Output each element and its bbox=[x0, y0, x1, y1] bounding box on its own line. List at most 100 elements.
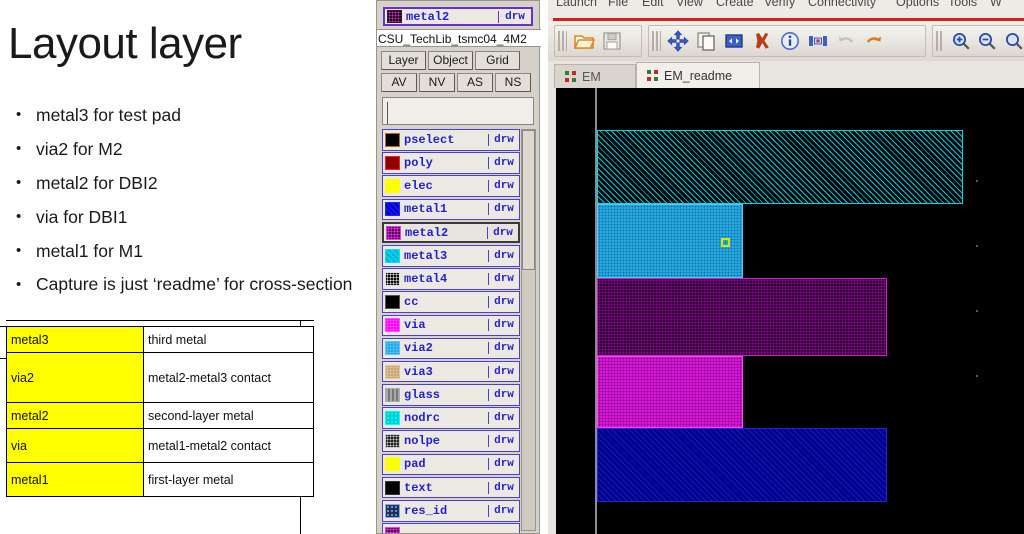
zoom-out-icon[interactable] bbox=[975, 28, 1000, 54]
layer-color-swatch bbox=[385, 155, 400, 170]
table-top-rule bbox=[6, 320, 314, 321]
palette-visibility-buttons[interactable]: AV NV AS NS bbox=[381, 73, 531, 92]
layer-purpose: drw bbox=[488, 319, 519, 332]
menu-item-connectivity[interactable]: Connectivity bbox=[808, 0, 876, 9]
tab-label: EM_readme bbox=[664, 68, 733, 83]
properties-icon[interactable] bbox=[805, 28, 831, 54]
layout-canvas[interactable] bbox=[556, 88, 1024, 534]
menu-item-verify[interactable]: Verify bbox=[764, 0, 795, 9]
layer-row-metal2[interactable]: metal2 drw bbox=[382, 221, 520, 244]
menu-item-file[interactable]: File bbox=[608, 0, 628, 9]
zoom-in-icon[interactable] bbox=[948, 28, 973, 54]
visibility-button-ns[interactable]: NS bbox=[495, 73, 531, 92]
tab-em-readme[interactable]: EM_readme bbox=[636, 62, 760, 88]
menu-bar[interactable]: Launch File Edit View Create Verify Connectivi… bbox=[548, 0, 1024, 18]
redo-icon[interactable] bbox=[861, 28, 887, 54]
layer-purpose: drw bbox=[488, 156, 519, 169]
layer-row-poly[interactable]: poly drw bbox=[382, 152, 520, 174]
delete-icon[interactable] bbox=[749, 28, 775, 54]
bullet-marker: • bbox=[16, 208, 22, 225]
layer-name: metal1 bbox=[404, 202, 448, 217]
toolbar-group-file bbox=[554, 25, 642, 57]
layer-row-metal4[interactable]: metal4 drw bbox=[382, 268, 520, 290]
copy-icon[interactable] bbox=[693, 28, 719, 54]
toolbar-grip-icon[interactable] bbox=[558, 31, 567, 51]
layer-name: poly bbox=[404, 155, 433, 170]
menu-item-tools[interactable]: Tools bbox=[948, 0, 977, 9]
menu-item-edit[interactable]: Edit bbox=[642, 0, 664, 9]
visibility-button-as[interactable]: AS bbox=[457, 73, 493, 92]
layer-row-elec[interactable]: elec drw bbox=[382, 175, 520, 197]
info-icon[interactable] bbox=[777, 28, 803, 54]
layer-row-res_id[interactable]: res_id drw bbox=[382, 500, 520, 522]
layer-row-via[interactable]: via drw bbox=[382, 314, 520, 337]
table-cell-description: third metal bbox=[143, 326, 314, 353]
layer-color-swatch bbox=[385, 364, 400, 379]
layer-color-swatch bbox=[387, 10, 402, 23]
stretch-icon[interactable] bbox=[721, 28, 747, 54]
layer-list[interactable]: pselect drw poly drw elec drw metal1 drw metal2 d… bbox=[382, 129, 520, 533]
undo-icon[interactable] bbox=[833, 28, 859, 54]
virtuoso-layout-window: Launch File Edit View Create Verify Connectivi… bbox=[548, 0, 1024, 534]
mode-button-layer[interactable]: Layer bbox=[381, 51, 426, 70]
table-cell-description: first-layer metal bbox=[143, 462, 314, 497]
text-cursor-icon bbox=[387, 102, 388, 124]
menu-item-w[interactable]: W bbox=[990, 0, 1002, 9]
layer-color-swatch bbox=[385, 179, 400, 194]
layer-list-scrollbar[interactable] bbox=[521, 129, 536, 531]
menu-item-launch[interactable]: Launch bbox=[556, 0, 597, 9]
layer-row-text[interactable]: text drw bbox=[382, 476, 520, 499]
layer-selection-window[interactable]: metal2 drw CSU_TechLib_tsmc04_4M2 Layer … bbox=[376, 0, 541, 534]
layer-color-swatch bbox=[385, 202, 400, 217]
list-item: • metal2 for DBI2 bbox=[8, 172, 364, 194]
palette-mode-buttons[interactable]: Layer Object Grid bbox=[381, 51, 520, 70]
tab-bar[interactable]: EM EM_readme bbox=[548, 62, 1024, 88]
mode-button-grid[interactable]: Grid bbox=[475, 51, 520, 70]
toolbar-grip-icon[interactable] bbox=[652, 31, 661, 51]
toolbar-grip-icon[interactable] bbox=[936, 31, 945, 51]
layer-purpose: drw bbox=[487, 226, 518, 239]
menu-item-create[interactable]: Create bbox=[716, 0, 754, 9]
layer-row-nolpe[interactable]: nolpe drw bbox=[382, 430, 520, 453]
layout-shape-metal3[interactable] bbox=[597, 130, 963, 204]
layer-name: text bbox=[404, 480, 433, 495]
layer-row-via2[interactable]: via2 drw bbox=[382, 337, 520, 360]
layer-color-swatch bbox=[385, 341, 400, 356]
layer-row-metal3[interactable]: metal3 drw bbox=[382, 244, 520, 267]
layout-shape-metal2[interactable] bbox=[597, 278, 887, 356]
mode-button-object[interactable]: Object bbox=[428, 51, 473, 70]
layout-shape-metal1[interactable] bbox=[597, 428, 887, 502]
layer-name: glass bbox=[404, 387, 441, 402]
layer-purpose: drw bbox=[488, 180, 519, 193]
layer-name: via2 bbox=[404, 341, 433, 356]
visibility-button-av[interactable]: AV bbox=[381, 73, 417, 92]
layer-row-glass[interactable]: glass drw bbox=[382, 384, 520, 406]
open-folder-icon[interactable] bbox=[571, 28, 597, 54]
layer-row-via3[interactable]: via3 drw bbox=[382, 360, 520, 383]
layer-color-swatch bbox=[385, 318, 400, 333]
layout-shape-via[interactable] bbox=[597, 356, 743, 428]
list-item-label: metal1 for M1 bbox=[36, 241, 143, 261]
layer-purpose: drw bbox=[488, 296, 519, 309]
menu-item-view[interactable]: View bbox=[676, 0, 703, 9]
save-icon[interactable] bbox=[599, 28, 625, 54]
toolbar[interactable] bbox=[548, 21, 1024, 61]
selected-layer-name: metal2 bbox=[406, 9, 450, 24]
scrollbar-thumb[interactable] bbox=[522, 130, 535, 270]
zoom-fit-icon[interactable] bbox=[1001, 28, 1024, 54]
layer-row-pselect[interactable]: pselect drw bbox=[382, 129, 520, 151]
layer-row[interactable] bbox=[382, 523, 520, 533]
layer-row-nodrc[interactable]: nodrc drw bbox=[382, 407, 520, 429]
layer-color-swatch bbox=[385, 457, 400, 472]
layer-row-cc[interactable]: cc drw bbox=[382, 291, 520, 313]
visibility-button-nv[interactable]: NV bbox=[419, 73, 455, 92]
layer-name: metal4 bbox=[404, 271, 448, 286]
menu-item-options[interactable]: Options bbox=[896, 0, 939, 9]
layer-color-swatch bbox=[385, 295, 400, 310]
layer-row-metal1[interactable]: metal1 drw bbox=[382, 198, 520, 221]
tab-em[interactable]: EM bbox=[554, 64, 636, 88]
selected-layer-display[interactable]: metal2 drw bbox=[383, 7, 533, 26]
layer-filter-input[interactable] bbox=[382, 97, 534, 125]
move-icon[interactable] bbox=[665, 28, 691, 54]
layer-row-pad[interactable]: pad drw bbox=[382, 453, 520, 476]
